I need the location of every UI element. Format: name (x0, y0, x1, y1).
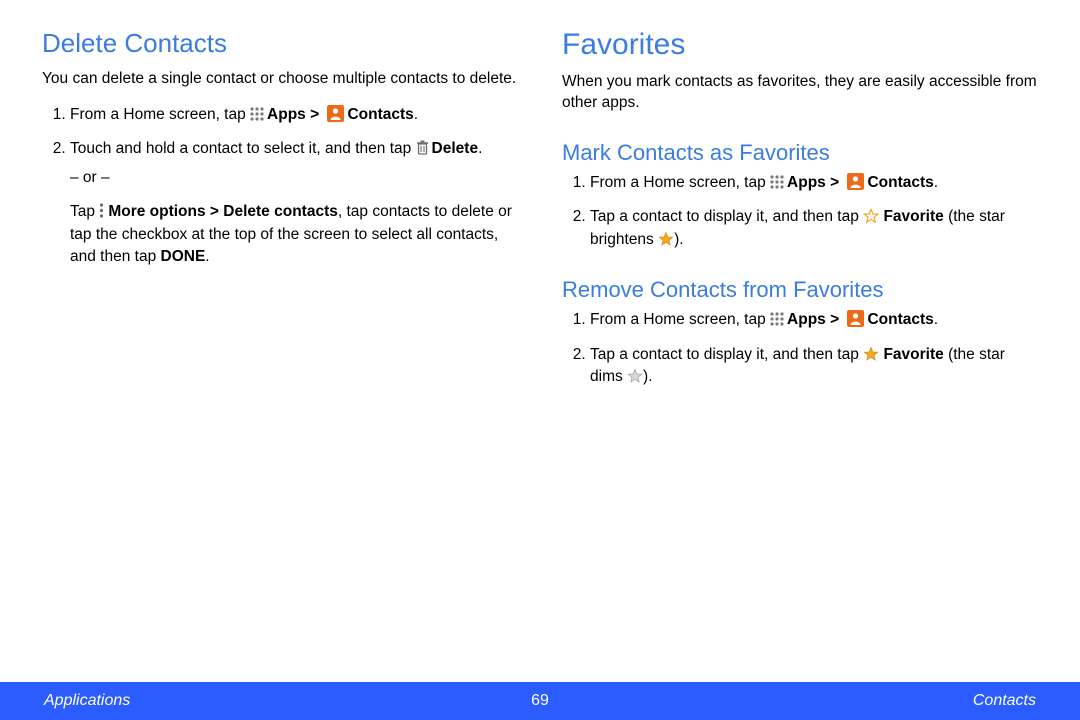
subheading-mark-favorites: Mark Contacts as Favorites (562, 140, 1038, 166)
intro-paragraph: When you mark contacts as favorites, the… (562, 72, 1038, 114)
step-item: From a Home screen, tap Apps > Contacts. (590, 309, 1038, 331)
contacts-icon (327, 105, 344, 122)
contacts-icon (847, 310, 864, 327)
step-text: From a Home screen, tap (590, 174, 770, 191)
contacts-icon (847, 173, 864, 190)
delete-label: Delete (432, 140, 479, 157)
breadcrumb-separator: > (826, 311, 844, 328)
step-item: From a Home screen, tap Apps > Contacts. (70, 104, 518, 126)
chapter-heading-favorites: Favorites (562, 28, 1038, 62)
done-label: DONE (161, 248, 206, 265)
left-column: Delete Contacts You can delete a single … (42, 28, 518, 672)
period: . (934, 174, 938, 191)
step-text: Tap a contact to display it, and then ta… (590, 208, 863, 225)
contacts-label: Contacts (867, 311, 933, 328)
step-text: From a Home screen, tap (70, 106, 250, 123)
step-text: ). (643, 368, 652, 385)
footer-right: Contacts (973, 692, 1036, 710)
breadcrumb-separator: > (826, 174, 844, 191)
apps-label: Apps (787, 311, 826, 328)
page-footer: Applications 69 Contacts (0, 682, 1080, 720)
subheading-remove-favorites: Remove Contacts from Favorites (562, 277, 1038, 303)
apps-icon (770, 175, 784, 189)
apps-label: Apps (787, 174, 826, 191)
period: . (414, 106, 418, 123)
steps-list: From a Home screen, tap Apps > Contacts.… (562, 309, 1038, 388)
step-item: Tap a contact to display it, and then ta… (590, 344, 1038, 389)
footer-page-number: 69 (531, 692, 549, 710)
star-outline-icon (863, 208, 879, 224)
star-dim-icon (627, 368, 643, 384)
step-text: Touch and hold a contact to select it, a… (70, 140, 416, 157)
more-options-label: More options > Delete contacts (108, 203, 338, 220)
star-filled-gold-icon (658, 231, 674, 247)
more-options-icon (99, 203, 104, 218)
steps-list: From a Home screen, tap Apps > Contacts.… (562, 172, 1038, 251)
step-text: From a Home screen, tap (590, 311, 770, 328)
favorite-label: Favorite (883, 346, 943, 363)
step-text: Tap a contact to display it, and then ta… (590, 346, 863, 363)
alt-text: Tap (70, 203, 99, 220)
document-page: Delete Contacts You can delete a single … (0, 0, 1080, 682)
star-filled-gold-icon (863, 346, 879, 362)
footer-left: Applications (44, 692, 130, 710)
step-item: From a Home screen, tap Apps > Contacts. (590, 172, 1038, 194)
favorite-label: Favorite (883, 208, 943, 225)
section-heading-delete-contacts: Delete Contacts (42, 28, 518, 59)
trash-icon (416, 140, 429, 155)
step-text: ). (674, 231, 683, 248)
contacts-label: Contacts (347, 106, 413, 123)
alternative-step: Tap More options > Delete contacts, tap … (70, 201, 518, 268)
apps-icon (250, 107, 264, 121)
period: . (478, 140, 482, 157)
right-column: Favorites When you mark contacts as favo… (562, 28, 1038, 672)
contacts-label: Contacts (867, 174, 933, 191)
step-item: Tap a contact to display it, and then ta… (590, 206, 1038, 251)
period: . (205, 248, 209, 265)
steps-list: From a Home screen, tap Apps > Contacts.… (42, 104, 518, 269)
period: . (934, 311, 938, 328)
apps-icon (770, 312, 784, 326)
intro-paragraph: You can delete a single contact or choos… (42, 69, 518, 90)
apps-label: Apps (267, 106, 306, 123)
or-separator: – or – (70, 167, 518, 189)
breadcrumb-separator: > (306, 106, 324, 123)
step-item: Touch and hold a contact to select it, a… (70, 138, 518, 268)
